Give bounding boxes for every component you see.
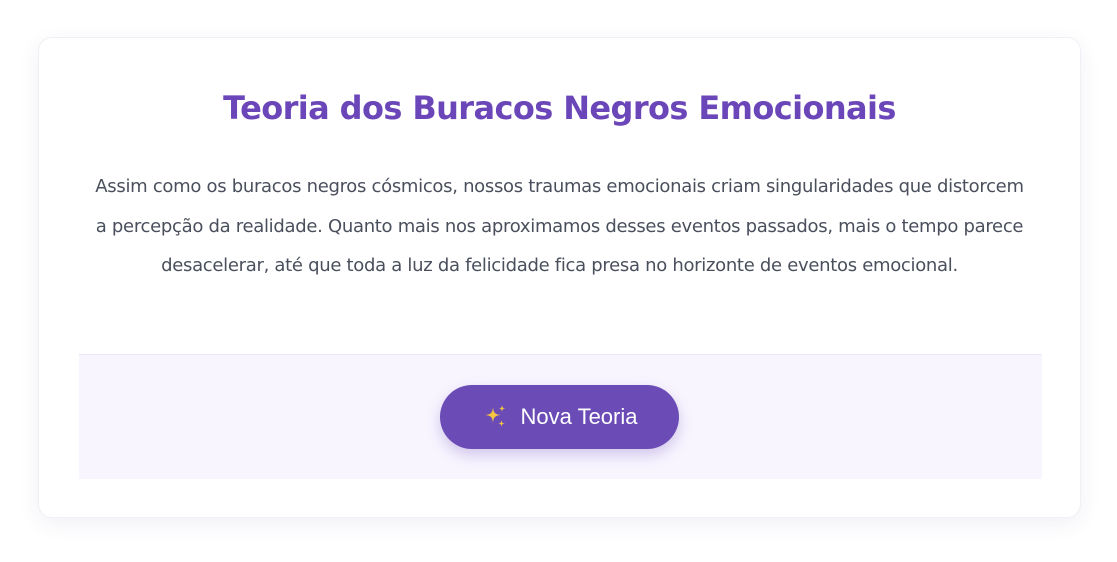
sparkles-icon — [482, 404, 508, 430]
theory-card: Teoria dos Buracos Negros Emocionais Ass… — [38, 37, 1081, 518]
action-panel: Nova Teoria — [79, 354, 1042, 479]
theory-title: Teoria dos Buracos Negros Emocionais — [223, 89, 896, 127]
new-theory-button-label: Nova Teoria — [520, 404, 638, 429]
new-theory-button[interactable]: Nova Teoria — [440, 385, 679, 449]
theory-description: Assim como os buracos negros cósmicos, n… — [95, 176, 1024, 276]
